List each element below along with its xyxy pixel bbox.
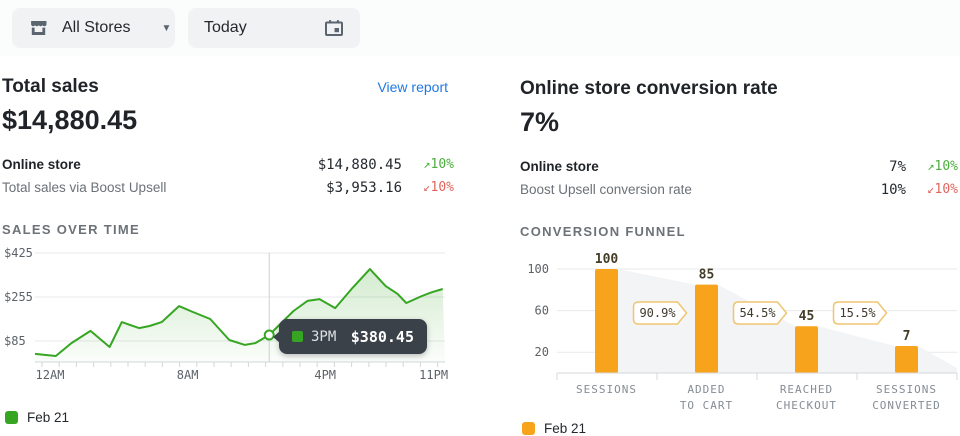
conversion-funnel-chart[interactable]: 100 60 20 100 85 45 7 90.9% 54.5% 15.5% SESSIONS AD… — [520, 251, 958, 419]
chart-tooltip: 3PM $380.45 — [279, 319, 427, 354]
bar-value-label: 45 — [799, 309, 815, 324]
x-axis-label: TO CART — [680, 399, 733, 412]
x-axis-label: SESSIONS — [576, 383, 637, 396]
x-axis-label: REACHED — [780, 383, 833, 396]
sales-over-time-heading: SALES OVER TIME — [2, 222, 454, 237]
storefront-icon — [28, 18, 49, 38]
x-axis-label: 12AM — [36, 368, 65, 382]
metric-row: Online store $14,880.45 ↗10% — [2, 153, 454, 176]
x-axis-label: CHECKOUT — [776, 399, 837, 412]
metric-label: Online store — [520, 159, 786, 174]
funnel-bar — [895, 346, 918, 373]
funnel-bar — [595, 269, 618, 373]
conversion-rate-panel: Online store conversion rate 7% Online s… — [520, 62, 958, 436]
metric-delta: ↙10% — [906, 182, 958, 197]
total-sales-value: $14,880.45 — [2, 105, 454, 136]
topbar: All Stores ▼ Today — [0, 0, 960, 56]
x-axis-label: ADDED — [687, 383, 725, 396]
bar-value-label: 85 — [699, 268, 715, 283]
drop-rate-value: 90.9% — [639, 306, 676, 320]
funnel-bar — [795, 326, 818, 373]
y-axis-label: 60 — [535, 304, 549, 318]
trend-down-icon: ↙ — [927, 182, 934, 196]
funnel-bar — [695, 285, 718, 373]
metric-value: $14,880.45 — [282, 157, 402, 173]
metric-delta: ↗10% — [402, 157, 454, 172]
conversion-breakdown: Online store 7% ↗10% Boost Upsell conver… — [520, 155, 958, 201]
y-axis-label: $85 — [4, 334, 26, 348]
sales-legend: Feb 21 — [5, 410, 454, 425]
view-report-link[interactable]: View report — [377, 79, 454, 95]
x-axis-label: 4PM — [314, 368, 336, 382]
sales-line-chart[interactable]: $425 $255 $85 12AM 8AM 4PM 11PM — [2, 246, 454, 383]
metric-row: Total sales via Boost Upsell $3,953.16 ↙… — [2, 176, 454, 199]
metric-value: $3,953.16 — [282, 180, 402, 196]
metric-label: Boost Upsell conversion rate — [520, 182, 786, 197]
y-axis-label: 20 — [535, 345, 549, 359]
bar-value-label: 100 — [595, 252, 619, 267]
calendar-icon — [324, 18, 344, 38]
metric-value: 10% — [786, 182, 906, 198]
y-axis-label: $425 — [4, 246, 33, 260]
bar-value-label: 7 — [903, 329, 911, 344]
trend-up-icon: ↗ — [927, 159, 934, 173]
conversion-funnel-heading: CONVERSION FUNNEL — [520, 224, 958, 239]
sales-chart-area: $425 $255 $85 12AM 8AM 4PM 11PM 3PM $380.45 — [2, 246, 454, 383]
legend-label: Feb 21 — [544, 421, 586, 436]
metric-delta: ↗10% — [906, 159, 958, 174]
conversion-rate-value: 7% — [520, 107, 958, 138]
total-sales-panel: Total sales View report $14,880.45 Onlin… — [2, 62, 454, 425]
tooltip-value: $380.45 — [351, 328, 414, 346]
legend-swatch-green — [5, 411, 18, 424]
trend-down-icon: ↙ — [423, 180, 430, 194]
drop-rate-value: 54.5% — [739, 306, 776, 320]
metric-row: Online store 7% ↗10% — [520, 155, 958, 178]
legend-swatch-orange — [522, 422, 535, 435]
store-filter-label: All Stores — [62, 19, 130, 37]
conversion-rate-title: Online store conversion rate — [520, 78, 778, 100]
y-axis-label: 100 — [527, 262, 549, 276]
total-sales-breakdown: Online store $14,880.45 ↗10% Total sales… — [2, 153, 454, 199]
date-filter-button[interactable]: Today — [188, 8, 360, 48]
metric-label: Total sales via Boost Upsell — [2, 180, 282, 195]
x-axis-label: SESSIONS — [876, 383, 937, 396]
date-filter-label: Today — [204, 19, 247, 37]
y-axis-label: $255 — [4, 290, 33, 304]
drop-rate-value: 15.5% — [839, 306, 876, 320]
metric-value: 7% — [786, 159, 906, 175]
funnel-legend: Feb 21 — [522, 421, 958, 436]
metric-label: Online store — [2, 157, 282, 172]
chevron-down-icon: ▼ — [143, 23, 171, 34]
total-sales-title: Total sales — [2, 76, 99, 98]
tooltip-time: 3PM — [311, 329, 336, 345]
metric-row: Boost Upsell conversion rate 10% ↙10% — [520, 178, 958, 201]
tooltip-series-swatch — [292, 331, 303, 342]
x-axis-label: CONVERTED — [872, 399, 941, 412]
trend-up-icon: ↗ — [423, 157, 430, 171]
x-axis-label: 8AM — [177, 368, 199, 382]
x-axis-label: 11PM — [419, 368, 448, 382]
store-filter-button[interactable]: All Stores ▼ — [12, 8, 175, 48]
legend-label: Feb 21 — [27, 410, 69, 425]
metric-delta: ↙10% — [402, 180, 454, 195]
